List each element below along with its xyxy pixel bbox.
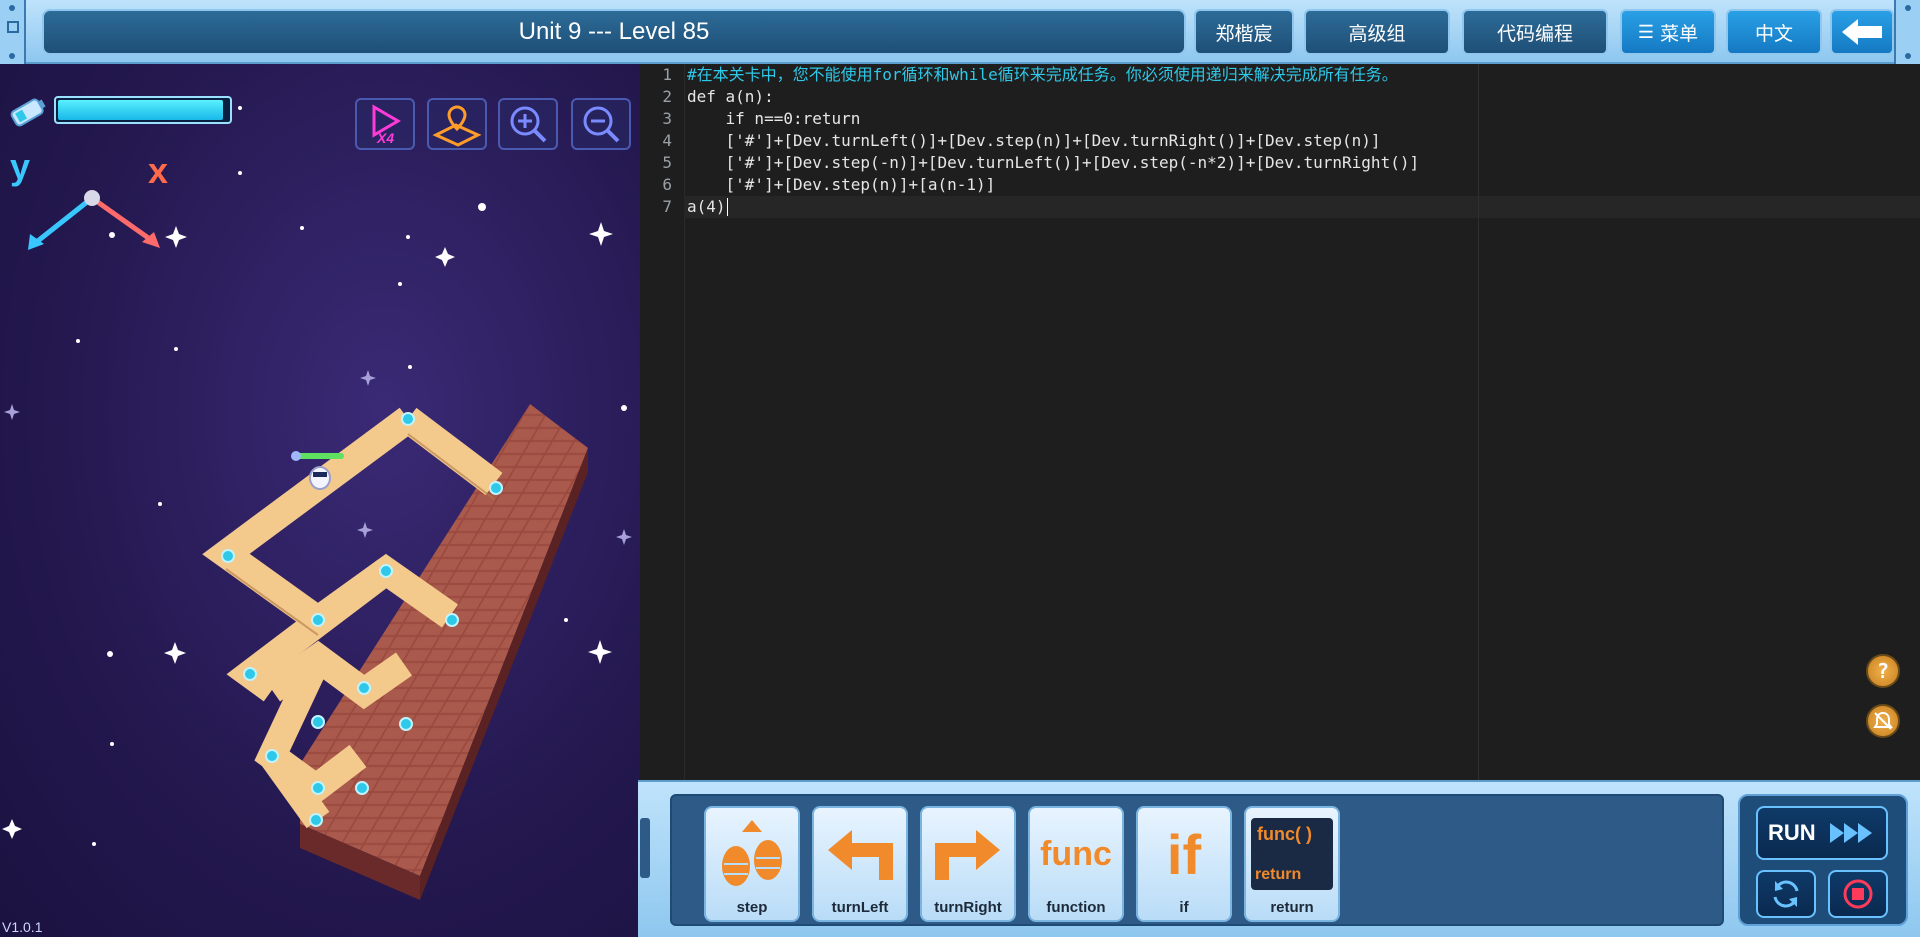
line-number: 3 bbox=[662, 109, 672, 128]
active-line-highlight bbox=[684, 196, 1920, 218]
line-gutter: 1 2 3 4 5 6 7 bbox=[640, 64, 685, 780]
reset-button[interactable] bbox=[1756, 870, 1816, 918]
fast-forward-icon bbox=[1829, 823, 1872, 843]
stop-icon bbox=[1843, 879, 1873, 909]
question-icon: ? bbox=[1876, 659, 1890, 683]
version-label: V1.0.1 bbox=[2, 919, 43, 935]
turn-right-block-label: turnRight bbox=[934, 899, 1002, 916]
code-line-2[interactable]: def a(n): bbox=[687, 86, 774, 108]
stop-button[interactable] bbox=[1828, 870, 1888, 918]
return-block[interactable]: func( ) return return bbox=[1244, 806, 1340, 922]
func-return-icon: func( ) return bbox=[1246, 812, 1338, 896]
menu-label: 菜单 bbox=[1660, 23, 1699, 45]
line-number: 1 bbox=[662, 65, 672, 84]
code-line-1[interactable]: #在本关卡中，您不能使用for循环和while循环来完成任务。你必须使用递归来解… bbox=[687, 64, 1398, 86]
blocks-panel: step turnLeft turnRight func function if… bbox=[638, 780, 1920, 937]
if-icon-text: if bbox=[1166, 822, 1202, 886]
handle-connector-icon bbox=[7, 5, 19, 59]
help-button[interactable]: ? bbox=[1866, 654, 1900, 688]
if-block-label: if bbox=[1179, 899, 1189, 916]
step-block-label: step bbox=[736, 899, 768, 916]
right-panel-handle[interactable] bbox=[1894, 0, 1920, 64]
turn-left-block-label: turnLeft bbox=[831, 899, 889, 916]
print-margin bbox=[1478, 64, 1479, 780]
run-label: RUN bbox=[1768, 820, 1816, 845]
line-number: 7 bbox=[662, 197, 672, 216]
level-map bbox=[202, 404, 588, 900]
if-icon: if bbox=[1138, 812, 1230, 896]
return-text: return bbox=[1255, 866, 1302, 883]
mute-button[interactable] bbox=[1866, 704, 1900, 738]
line-number: 6 bbox=[662, 175, 672, 194]
turn-left-arrow-icon bbox=[814, 812, 906, 896]
blocks-panel-tab[interactable] bbox=[640, 818, 650, 878]
run-controls: RUN bbox=[1738, 794, 1908, 926]
back-button[interactable] bbox=[1830, 9, 1894, 55]
top-bar: Unit 9 --- Level 85 郑楷宸 高级组 代码编程 ☰ 菜单 中文 bbox=[0, 0, 1920, 64]
refresh-icon bbox=[1773, 880, 1799, 908]
code-line-6[interactable]: ['#']+[Dev.step(n)]+[a(n-1)] bbox=[687, 174, 996, 196]
line-number: 4 bbox=[662, 131, 672, 150]
back-arrow-icon bbox=[1842, 19, 1882, 45]
level-title: Unit 9 --- Level 85 bbox=[42, 9, 1186, 55]
code-editor[interactable]: 1 2 3 4 5 6 7 #在本关卡中，您不能使用for循环和while循环来… bbox=[640, 64, 1920, 780]
function-block[interactable]: func function bbox=[1028, 806, 1124, 922]
func-icon: func bbox=[1030, 812, 1122, 896]
return-block-label: return bbox=[1270, 899, 1314, 916]
footsteps-icon bbox=[706, 812, 798, 896]
user-name-button[interactable]: 郑楷宸 bbox=[1194, 9, 1294, 55]
return-func-text: func( ) bbox=[1257, 824, 1312, 844]
line-number: 5 bbox=[662, 153, 672, 172]
function-block-label: function bbox=[1046, 899, 1106, 916]
game-viewport[interactable]: y x X4 V1.0.1 bbox=[0, 64, 640, 937]
turn-right-arrow-icon bbox=[922, 812, 1014, 896]
code-line-5[interactable]: ['#']+[Dev.step(-n)]+[Dev.turnLeft()]+[D… bbox=[687, 152, 1420, 174]
language-button[interactable]: 中文 bbox=[1726, 9, 1822, 55]
handle-connector-icon bbox=[1905, 5, 1911, 59]
blocks-tray: step turnLeft turnRight func function if… bbox=[670, 794, 1724, 926]
left-panel-handle[interactable] bbox=[0, 0, 26, 64]
step-block[interactable]: step bbox=[704, 806, 800, 922]
turn-right-block[interactable]: turnRight bbox=[920, 806, 1016, 922]
group-button[interactable]: 高级组 bbox=[1304, 9, 1450, 55]
func-icon-text: func bbox=[1040, 834, 1112, 873]
code-line-4[interactable]: ['#']+[Dev.turnLeft()]+[Dev.step(n)]+[De… bbox=[687, 130, 1381, 152]
line-number: 2 bbox=[662, 87, 672, 106]
run-button[interactable]: RUN bbox=[1756, 806, 1888, 860]
text-cursor bbox=[727, 198, 728, 216]
if-block[interactable]: if if bbox=[1136, 806, 1232, 922]
menu-button[interactable]: ☰ 菜单 bbox=[1620, 9, 1716, 55]
list-icon: ☰ bbox=[1637, 21, 1655, 42]
bell-slash-icon bbox=[1873, 711, 1893, 730]
code-line-7[interactable]: a(4) bbox=[687, 196, 726, 218]
turn-left-block[interactable]: turnLeft bbox=[812, 806, 908, 922]
code-line-3[interactable]: if n==0:return bbox=[687, 108, 861, 130]
mode-button[interactable]: 代码编程 bbox=[1462, 9, 1608, 55]
